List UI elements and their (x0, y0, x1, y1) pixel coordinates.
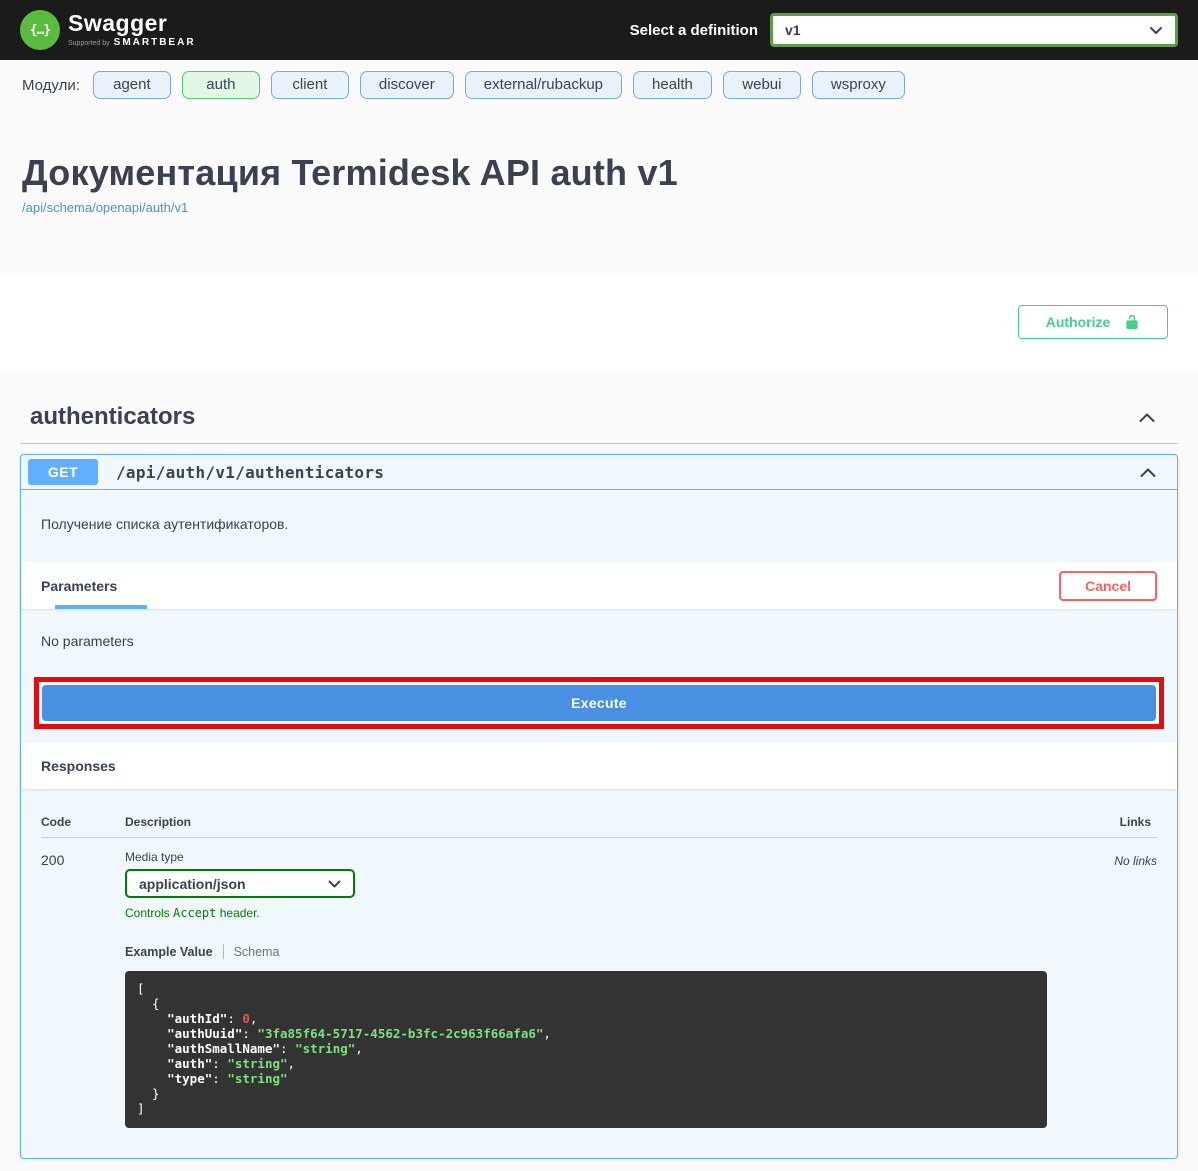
response-links-cell: No links (1047, 838, 1157, 1128)
brand-name: Swagger (68, 12, 196, 35)
module-button-wsproxy[interactable]: wsproxy (812, 71, 905, 99)
collapse-tag-icon[interactable] (1138, 412, 1156, 423)
brand-subtitle: Supported by SMARTBEAR (68, 38, 196, 48)
operation-summary[interactable]: GET /api/auth/v1/authenticators (21, 455, 1177, 490)
accept-note-prefix: Controls (125, 906, 173, 920)
responses-section-header: Responses (21, 742, 1177, 789)
accept-note-suffix: header. (216, 906, 259, 920)
code-line: "authSmallName": "string", (137, 1041, 1035, 1056)
authorize-button[interactable]: Authorize (1018, 305, 1168, 339)
operation-path: /api/auth/v1/authenticators (116, 463, 384, 482)
code-line: "auth": "string", (137, 1056, 1035, 1071)
smartbear-logo: SMARTBEAR (114, 38, 196, 48)
topbar: {…} Swagger Supported by SMARTBEAR Selec… (0, 0, 1198, 60)
operation-description: Получение списка аутентификаторов. (21, 490, 1177, 562)
definition-select-value: v1 (785, 22, 801, 38)
code-line: [ (137, 981, 1035, 996)
definition-group: Select a definition v1 (630, 13, 1178, 47)
column-header-description: Description (125, 803, 1047, 838)
responses-table: Code Description Links 200 Media type ap… (41, 803, 1157, 1128)
accept-header-note: Controls Accept header. (125, 906, 1047, 920)
no-parameters-message: No parameters (21, 609, 1177, 677)
code-line: "type": "string" (137, 1071, 1035, 1086)
supported-by-label: Supported by (68, 40, 110, 47)
code-line: "authId": 0, (137, 1011, 1035, 1026)
execute-highlight-annotation: Execute (34, 677, 1164, 729)
spec-url-link[interactable]: /api/schema/openapi/auth/v1 (22, 200, 188, 215)
tag-title: authenticators (30, 403, 195, 431)
responses-content: Code Description Links 200 Media type ap… (21, 789, 1177, 1158)
modules-bar: Модули: agent auth client discover exter… (0, 60, 1198, 108)
media-type-select-value: application/json (139, 876, 246, 892)
collapse-operation-icon[interactable] (1139, 467, 1157, 478)
module-button-label: auth (206, 76, 235, 93)
swagger-logo-icon: {…} (20, 10, 60, 50)
accept-note-code: Accept (173, 906, 216, 920)
module-button-label: client (292, 76, 327, 93)
module-button-auth[interactable]: auth (182, 71, 260, 99)
info-section: Документация Termidesk API auth v1 /api/… (0, 108, 1198, 275)
module-button-label: webui (742, 76, 781, 93)
example-code-block: [ { "authId": 0, "authUuid": "3fa85f64-5… (125, 971, 1047, 1128)
chevron-down-icon (328, 880, 341, 888)
definition-select-label: Select a definition (630, 22, 758, 39)
module-button-webui[interactable]: webui (723, 71, 801, 99)
model-tabs: Example Value Schema (125, 944, 1047, 959)
module-button-label: health (652, 76, 693, 93)
modules-label: Модули: (22, 77, 80, 94)
response-status-code: 200 (41, 838, 125, 1128)
authorize-button-label: Authorize (1046, 314, 1111, 330)
tab-schema[interactable]: Schema (234, 945, 280, 959)
column-header-links: Links (1047, 803, 1157, 838)
module-button-label: discover (379, 76, 435, 93)
code-line: { (137, 996, 1035, 1011)
page-title: Документация Termidesk API auth v1 (22, 152, 1176, 194)
response-description-cell: Media type application/json Controls Acc… (125, 838, 1047, 1128)
execute-wrapper: Execute (21, 677, 1177, 742)
media-type-label: Media type (125, 850, 1047, 864)
module-button-external-rubackup[interactable]: external/rubackup (465, 71, 622, 99)
tab-example-value[interactable]: Example Value (125, 945, 213, 959)
tag-section-header[interactable]: authenticators (20, 369, 1178, 443)
modules-list: agent auth client discover external/ruba… (93, 71, 905, 99)
unlock-icon (1124, 314, 1140, 330)
tab-separator (223, 944, 224, 959)
module-button-label: wsproxy (831, 76, 886, 93)
module-button-discover[interactable]: discover (360, 71, 454, 99)
parameters-section-header: Parameters Cancel (21, 562, 1177, 609)
code-line: } (137, 1086, 1035, 1101)
tag-divider (20, 443, 1178, 444)
media-type-select[interactable]: application/json (125, 869, 355, 898)
http-method-badge: GET (28, 459, 98, 485)
execute-button[interactable]: Execute (42, 685, 1156, 721)
code-line: ] (137, 1101, 1035, 1116)
code-line: "authUuid": "3fa85f64-5717-4562-b3fc-2c9… (137, 1026, 1035, 1041)
column-header-code: Code (41, 803, 125, 838)
scheme-container: Authorize (0, 275, 1198, 369)
brand-text: Swagger Supported by SMARTBEAR (68, 12, 196, 48)
module-button-label: external/rubackup (484, 76, 603, 93)
module-button-client[interactable]: client (271, 71, 349, 99)
cancel-button[interactable]: Cancel (1059, 571, 1157, 601)
parameters-tab: Parameters (41, 578, 117, 594)
main-content: authenticators GET /api/auth/v1/authenti… (0, 369, 1198, 1171)
module-button-health[interactable]: health (633, 71, 712, 99)
operation-block-get-authenticators: GET /api/auth/v1/authenticators Получени… (20, 454, 1178, 1159)
definition-select[interactable]: v1 (770, 13, 1178, 47)
responses-title: Responses (41, 758, 116, 774)
chevron-down-icon (1149, 26, 1163, 35)
module-button-agent[interactable]: agent (93, 71, 171, 99)
module-button-label: agent (113, 76, 151, 93)
swagger-brand: {…} Swagger Supported by SMARTBEAR (20, 10, 196, 50)
